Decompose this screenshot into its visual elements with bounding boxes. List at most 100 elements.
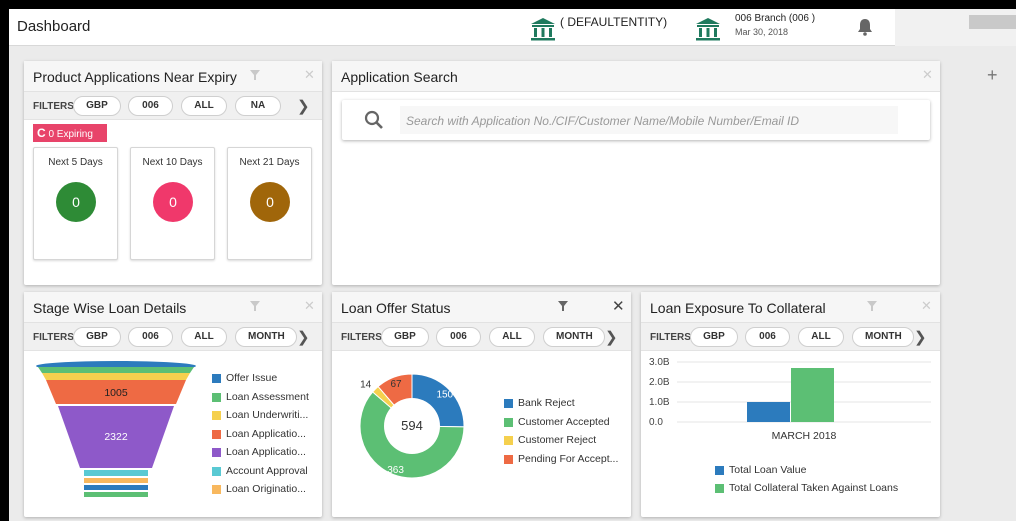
- legend-label: Loan Applicatio...: [226, 446, 306, 458]
- donut-data-label: 14: [360, 379, 372, 390]
- expiry-card-10-days[interactable]: Next 10 Days 0: [130, 147, 215, 260]
- stage-panel: Stage Wise Loan Details ✕ FILTERS GBP 00…: [24, 292, 322, 517]
- funnel-segment-account-approval[interactable]: [84, 470, 148, 476]
- stage-legend-item[interactable]: Offer Issue: [212, 371, 309, 390]
- user-menu[interactable]: [895, 9, 1016, 46]
- bar-total-loan-value[interactable]: [747, 402, 790, 422]
- stage-legend-item[interactable]: Loan Originatio...: [212, 482, 309, 501]
- funnel-segment-loan-underwriting[interactable]: [42, 373, 190, 380]
- legend-label: Loan Applicatio...: [226, 427, 306, 440]
- card-label: Next 10 Days: [142, 157, 203, 168]
- filter-chip-currency[interactable]: GBP: [690, 327, 738, 347]
- legend-label: Total Loan Value: [729, 464, 807, 476]
- exposure-legend-item[interactable]: Total Loan Value: [715, 463, 898, 481]
- funnel-label-1005: 1005: [104, 387, 128, 399]
- filter-icon[interactable]: [557, 300, 569, 312]
- expiring-badge[interactable]: C 0 Expiring: [33, 124, 107, 142]
- legend-label: Loan Assessment: [226, 390, 309, 403]
- branch-date: Mar 30, 2018: [735, 27, 789, 37]
- exposure-legend-item[interactable]: Total Collateral Taken Against Loans: [715, 481, 898, 499]
- offer-legend-item[interactable]: Customer Accepted: [504, 415, 618, 434]
- expiry-card-21-days[interactable]: Next 21 Days 0: [227, 147, 312, 260]
- filter-chip-product[interactable]: ALL: [489, 327, 535, 347]
- panel-header: Loan Offer Status ✕: [332, 292, 631, 323]
- filter-chip-period[interactable]: MONTH: [852, 327, 914, 347]
- filter-chip-currency[interactable]: GBP: [381, 327, 429, 347]
- legend-swatch: [504, 436, 513, 445]
- filter-icon[interactable]: [249, 69, 261, 81]
- search-panel: Application Search ✕ Search with Applica…: [332, 61, 940, 285]
- filter-bar: FILTERS GBP 006 ALL MONTH ❯: [24, 323, 322, 351]
- y-tick-label: 1.0B: [649, 397, 670, 408]
- bar-total-collateral-taken-against-loans[interactable]: [791, 368, 834, 422]
- bell-icon[interactable]: [857, 18, 873, 36]
- donut-data-label: 67: [390, 379, 402, 390]
- chevron-right-icon[interactable]: ❯: [297, 97, 310, 115]
- filter-chip-period[interactable]: MONTH: [543, 327, 605, 347]
- legend-swatch: [715, 484, 724, 493]
- filter-chip-branch[interactable]: 006: [436, 327, 481, 347]
- stage-legend-item[interactable]: Account Approval: [212, 464, 309, 483]
- legend-label: Loan Originatio...: [226, 483, 306, 495]
- filter-bar: FILTERS GBP 006 ALL NA ❯: [24, 92, 322, 120]
- close-icon[interactable]: ✕: [304, 67, 315, 83]
- filter-chip-product[interactable]: ALL: [798, 327, 844, 347]
- stage-legend-item[interactable]: Loan Assessment: [212, 390, 309, 409]
- filters-label: FILTERS: [650, 332, 691, 343]
- close-icon[interactable]: ✕: [612, 297, 625, 315]
- branch-selector[interactable]: 006 Branch (006 ): [735, 13, 815, 24]
- chevron-right-icon[interactable]: ❯: [297, 328, 310, 346]
- filter-chip-period[interactable]: MONTH: [235, 327, 297, 347]
- filter-chip-branch[interactable]: 006: [128, 327, 173, 347]
- stage-legend-item[interactable]: Loan Applicatio...: [212, 445, 309, 464]
- chevron-right-icon[interactable]: ❯: [914, 328, 927, 346]
- close-icon[interactable]: ✕: [921, 298, 932, 314]
- filter-chip-branch[interactable]: 006: [128, 96, 173, 116]
- offer-legend: Bank Reject Customer Accepted Customer Rej…: [504, 396, 618, 470]
- offer-legend-item[interactable]: Customer Reject: [504, 433, 618, 452]
- stage-legend-item[interactable]: Loan Underwriti...: [212, 408, 309, 427]
- user-avatar[interactable]: [969, 15, 1016, 29]
- offer-legend-item[interactable]: Bank Reject: [504, 396, 618, 415]
- chevron-right-icon[interactable]: ❯: [605, 328, 618, 346]
- panel-header: Stage Wise Loan Details ✕: [24, 292, 322, 323]
- bar-chart: 3.0B 2.0B 1.0B 0.0 MARCH 2018: [649, 357, 931, 442]
- funnel-segment-loan-origination[interactable]: [84, 478, 148, 483]
- search-input[interactable]: Search with Application No./CIF/Customer…: [400, 106, 898, 134]
- legend-swatch: [212, 429, 221, 439]
- offer-legend-item[interactable]: Pending For Accept...: [504, 452, 618, 471]
- exposure-legend: Total Loan Value Total Collateral Taken A…: [715, 463, 898, 499]
- legend-swatch: [212, 411, 221, 420]
- expiry-card-5-days[interactable]: Next 5 Days 0: [33, 147, 118, 260]
- filter-icon[interactable]: [249, 300, 261, 312]
- filter-chip-currency[interactable]: GBP: [73, 96, 121, 116]
- filter-icon[interactable]: [866, 300, 878, 312]
- filter-bar: FILTERS GBP 006 ALL MONTH ❯: [332, 323, 631, 351]
- funnel-segment-extra-1[interactable]: [84, 485, 148, 490]
- expiry-panel: Product Applications Near Expiry ✕ FILTE…: [24, 61, 322, 285]
- filter-chip-product[interactable]: ALL: [181, 327, 227, 347]
- filter-chip-product[interactable]: ALL: [181, 96, 227, 116]
- filter-chip-period[interactable]: NA: [235, 96, 281, 116]
- entity-selector[interactable]: ( DEFAULTENTITY): [560, 15, 667, 29]
- funnel-segment-extra-2[interactable]: [84, 492, 148, 497]
- card-count: 0: [153, 182, 193, 222]
- filter-chip-branch[interactable]: 006: [745, 327, 790, 347]
- close-icon[interactable]: ✕: [922, 67, 933, 83]
- panel-title: Loan Exposure To Collateral: [650, 300, 826, 316]
- add-widget-button[interactable]: +: [987, 65, 998, 86]
- legend-swatch: [212, 485, 221, 494]
- bank-icon: [530, 17, 556, 41]
- filters-label: FILTERS: [33, 332, 74, 343]
- legend-swatch: [212, 466, 221, 476]
- legend-label: Offer Issue: [226, 372, 278, 384]
- filter-chip-currency[interactable]: GBP: [73, 327, 121, 347]
- legend-label: Customer Reject: [518, 434, 597, 446]
- stage-legend-item[interactable]: Loan Applicatio...: [212, 427, 309, 446]
- close-icon[interactable]: ✕: [304, 298, 315, 314]
- search-icon[interactable]: [364, 110, 384, 130]
- legend-label: Account Approval: [226, 464, 308, 477]
- legend-label: Pending For Accept...: [518, 452, 619, 465]
- legend-label: Total Collateral Taken Against Loans: [729, 482, 899, 494]
- funnel-segment-loan-assessment[interactable]: [38, 367, 194, 373]
